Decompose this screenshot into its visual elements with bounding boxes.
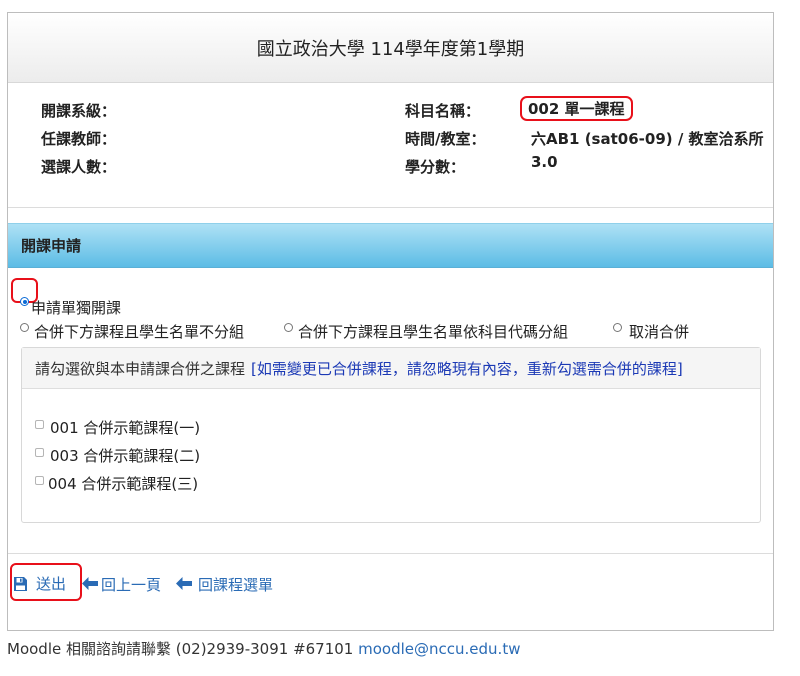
radio-merge-split[interactable] xyxy=(284,322,293,332)
option-cancel[interactable]: 取消合併 xyxy=(613,312,689,342)
merge-instruction: 請勾選欲與本申請課合併之課程 [如需變更已合併課程，請忽略現有內容，重新勾選需合… xyxy=(22,348,760,389)
radio-merge-no-split[interactable] xyxy=(20,322,29,332)
course-checkbox[interactable] xyxy=(35,476,44,485)
arrow-left-icon xyxy=(176,576,192,594)
credits-value: 3.0 xyxy=(531,153,558,171)
page-title: 國立政治大學 114學年度第1學期 xyxy=(8,13,773,83)
merge-instruction-text: 請勾選欲與本申請課合併之課程 xyxy=(35,359,246,378)
back-course-label: 回課程選單 xyxy=(198,576,274,594)
course-checkbox[interactable] xyxy=(35,448,44,457)
option-cancel-label: 取消合併 xyxy=(629,323,690,341)
back-course-link[interactable]: 回課程選單 xyxy=(176,574,273,595)
teacher-label: 任課教師： xyxy=(41,130,117,148)
radio-single[interactable] xyxy=(20,297,29,306)
arrow-left-icon xyxy=(82,576,98,594)
credits-label: 學分數： xyxy=(405,158,466,176)
section-header: 開課申請 xyxy=(8,223,773,268)
course-label: 004 合併示範課程(三) xyxy=(48,475,199,493)
footer: Moodle 相關諮詢請聯繫 (02)2939-3091 #67101 mood… xyxy=(7,638,520,659)
submit-button[interactable]: 送出 xyxy=(13,573,66,594)
course-label: 003 合併示範課程(二) xyxy=(50,447,201,465)
time-room-label: 時間/教室： xyxy=(405,130,486,148)
course-label: 001 合併示範課程(一) xyxy=(50,419,201,437)
radio-cancel[interactable] xyxy=(613,322,622,332)
course-name-label: 科目名稱： xyxy=(405,102,481,120)
course-name-value: 002 單一課程 xyxy=(520,96,633,121)
time-room-value: 六AB1 (sat06-09) / 教室洽系所 xyxy=(531,130,764,148)
course-checkbox-item[interactable]: 004 合併示範課程(三) xyxy=(35,467,198,494)
save-icon xyxy=(13,576,28,592)
option-merge-no-split-label: 合併下方課程且學生名單不分組 xyxy=(34,323,245,341)
option-merge-split[interactable]: 合併下方課程且學生名單依科目代碼分組 xyxy=(284,312,568,342)
submit-label: 送出 xyxy=(36,575,67,593)
course-checkbox-item[interactable]: 003 合併示範課程(二) xyxy=(35,439,200,466)
divider xyxy=(8,553,773,554)
option-merge-split-label: 合併下方課程且學生名單依科目代碼分組 xyxy=(298,323,569,341)
dept-label: 開課系級： xyxy=(41,102,117,120)
course-checkbox[interactable] xyxy=(35,420,44,429)
merge-note: [如需變更已合併課程，請忽略現有內容，重新勾選需合併的課程] xyxy=(251,359,683,378)
footer-text: Moodle 相關諮詢請聯繫 (02)2939-3091 #67101 xyxy=(7,640,354,658)
course-checkbox-item[interactable]: 001 合併示範課程(一) xyxy=(35,411,200,438)
back-label: 回上一頁 xyxy=(101,576,162,594)
option-merge-no-split[interactable]: 合併下方課程且學生名單不分組 xyxy=(20,312,244,342)
footer-email-link[interactable]: moodle@nccu.edu.tw xyxy=(358,640,520,658)
course-application-panel: 國立政治大學 114學年度第1學期 開課系級： 任課教師： 選課人數： 科目名稱… xyxy=(7,12,774,631)
course-info: 開課系級： 任課教師： 選課人數： 科目名稱： 002 單一課程 時間/教室： … xyxy=(8,83,773,208)
enroll-label: 選課人數： xyxy=(41,158,117,176)
back-link[interactable]: 回上一頁 xyxy=(82,574,161,595)
